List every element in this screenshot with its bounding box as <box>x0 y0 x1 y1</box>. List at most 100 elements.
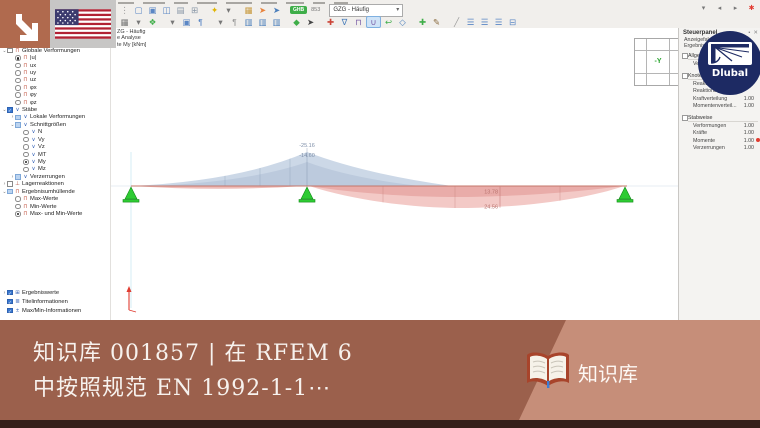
tree-item-ergebniswerte[interactable]: › ✓ ⊞ Ergebniswerte <box>0 289 112 296</box>
radio-unselected[interactable] <box>15 203 21 210</box>
checkbox-partial[interactable] <box>15 122 21 128</box>
tree-item-uy[interactable]: ⊓ uy <box>0 69 120 76</box>
select-cursor-icon[interactable]: ➤ <box>304 17 317 28</box>
column-b-icon[interactable]: ▥ <box>256 17 269 28</box>
checkbox-checked[interactable]: ✓ <box>7 289 13 296</box>
tree-item-titelinformationen[interactable]: ✓ ≣ Titelinformationen <box>0 298 112 305</box>
calculate-menu-icon[interactable]: ▾ <box>222 5 235 16</box>
tree-item-globale-verformungen[interactable]: ⌄ ⊓ Globale Verformungen <box>0 47 112 54</box>
tree-item-mz[interactable]: ∨ Mz <box>0 166 128 173</box>
snap-icon[interactable]: ◆ <box>290 17 303 28</box>
tree-item-vy[interactable]: ∨ Vy <box>0 136 128 143</box>
checkbox-checked[interactable]: ✓ <box>7 298 13 305</box>
checkbox-partial[interactable] <box>15 114 21 121</box>
tree-item-max-min-informationen[interactable]: ✓ ± Max/Min-Informationen <box>0 307 112 314</box>
tree-item-uz[interactable]: ⊓ uz <box>0 77 120 84</box>
radio-unselected[interactable] <box>15 77 21 84</box>
print-graphic-icon[interactable]: ▤ <box>174 5 187 16</box>
checkbox-checked[interactable]: ✓ <box>7 107 13 113</box>
panel-section-header[interactable]: Stabweise <box>688 115 758 122</box>
visibility-icon[interactable]: ◇ <box>396 17 409 28</box>
language-flag-tile[interactable] <box>50 0 116 48</box>
add-object-icon[interactable]: ✚ <box>416 17 429 28</box>
new-model-icon[interactable]: ▢ <box>132 5 145 16</box>
tree-item-vz[interactable]: ∨ Vz <box>0 143 128 150</box>
save-model-icon[interactable]: ◫ <box>160 5 173 16</box>
radio-unselected[interactable] <box>15 99 21 106</box>
edit-icon[interactable]: ✎ <box>430 17 443 28</box>
tree-item-n[interactable]: ∨ N <box>0 129 128 136</box>
tree-item--y[interactable]: ⊓ φy <box>0 92 120 99</box>
panel-toggle-icon[interactable]: ⊟ <box>506 17 519 28</box>
close-icon[interactable]: ✕ <box>753 30 758 36</box>
load-cases-icon[interactable]: ▦ <box>242 5 255 16</box>
radio-unselected[interactable] <box>23 144 29 150</box>
screenshot-icon[interactable]: ⊞ <box>188 5 201 16</box>
tree-item-ergebnisumh-llende[interactable]: ⌄ ⊓ Ergebnisumhüllende <box>0 188 112 195</box>
grip-icon[interactable]: ⋮ <box>118 5 131 16</box>
tree-item--z[interactable]: ⊓ φz <box>0 99 120 106</box>
tree-item-lagerreaktionen[interactable]: › ⊥ Lagerreaktionen <box>0 181 112 188</box>
tree-item--x[interactable]: ⊓ φx <box>0 84 120 91</box>
calculate-icon[interactable]: ✦ <box>208 5 221 16</box>
tree-item-max-und-min-werte[interactable]: ⊓ Max- und Min-Werte <box>0 210 120 217</box>
radio-selected[interactable] <box>23 159 29 165</box>
render-menu-icon[interactable]: ▾ <box>166 17 179 28</box>
checkbox-partial[interactable] <box>15 174 21 180</box>
run-all-icon[interactable]: ➤ <box>270 5 283 16</box>
radio-unselected[interactable] <box>15 70 21 76</box>
model-viewport[interactable]: -25.16 -14.60 13.78 24.56 <box>110 28 678 320</box>
axes-icon[interactable]: ✚ <box>324 17 337 28</box>
filter-icon[interactable]: ∇ <box>338 17 351 28</box>
tree-item-my[interactable]: ∨ My <box>0 158 128 165</box>
scroll-left-icon[interactable]: ◂ <box>713 3 726 14</box>
dlubal-star-icon[interactable]: ✱ <box>745 3 758 14</box>
result-case-select[interactable]: GZG - Häufig ▾ <box>329 3 404 17</box>
tree-item-lokale-verformungen[interactable]: › ∨ Lokale Verformungen <box>0 114 120 121</box>
checkbox-unchecked[interactable] <box>7 181 13 187</box>
radio-unselected[interactable] <box>23 166 29 173</box>
render-mode-icon[interactable]: ❖ <box>146 17 159 28</box>
tree-item-verzerrungen[interactable]: › ∨ Verzerrungen <box>0 173 120 180</box>
column-c-icon[interactable]: ▥ <box>270 17 283 28</box>
format-menu-icon[interactable]: ▾ <box>214 17 227 28</box>
open-model-icon[interactable]: ▣ <box>146 5 159 16</box>
corner-arrow-tile[interactable] <box>0 0 50 48</box>
radio-unselected[interactable] <box>15 62 21 69</box>
list-a-icon[interactable]: ☰ <box>464 17 477 28</box>
tree-item-schnittgr-en[interactable]: ⌄ ∨ Schnittgrößen <box>0 121 120 128</box>
pin-icon[interactable]: ▪ <box>748 30 750 36</box>
view-navigator-widget[interactable]: -Y <box>634 38 682 86</box>
undo-view-icon[interactable]: ↩ <box>382 17 395 28</box>
view-grid-icon[interactable]: ▦ <box>118 17 131 28</box>
radio-unselected[interactable] <box>23 151 29 158</box>
radio-unselected[interactable] <box>15 92 21 98</box>
radio-selected[interactable] <box>15 211 21 217</box>
radio-unselected[interactable] <box>23 136 29 143</box>
grid-menu-icon[interactable]: ▾ <box>132 17 145 28</box>
scroll-right-icon[interactable]: ▸ <box>729 3 742 14</box>
radio-unselected[interactable] <box>15 196 21 202</box>
tree-item-max-werte[interactable]: ⊓ Max-Werte <box>0 195 120 202</box>
list-c-icon[interactable]: ☰ <box>492 17 505 28</box>
column-a-icon[interactable]: ▥ <box>242 17 255 28</box>
moment-diagram-icon[interactable]: ∪ <box>366 16 381 28</box>
tree-item--u-[interactable]: ⊓ |u| <box>0 54 120 61</box>
list-b-icon[interactable]: ☰ <box>478 17 491 28</box>
checkbox-partial[interactable] <box>7 188 13 195</box>
checkbox-checked[interactable]: ✓ <box>7 307 13 314</box>
radio-unselected[interactable] <box>23 129 29 136</box>
scroll-down-icon[interactable]: ▾ <box>697 3 710 14</box>
radio-unselected[interactable] <box>15 85 21 91</box>
tree-item-min-werte[interactable]: ⊓ Min-Werte <box>0 203 120 210</box>
tree-item-st-be[interactable]: ⌄ ✓ ∨ Stäbe <box>0 106 112 113</box>
measure-icon[interactable]: ╱ <box>450 17 463 28</box>
format-icon[interactable]: ¶ <box>194 17 207 28</box>
radio-selected[interactable] <box>15 55 21 61</box>
run-analysis-icon[interactable]: ➤ <box>256 5 269 16</box>
checkbox-unchecked[interactable] <box>7 47 13 54</box>
tree-item-mt[interactable]: ∨ MT <box>0 151 128 158</box>
copy-view-icon[interactable]: ▣ <box>180 17 193 28</box>
clip-plane-icon[interactable]: ⊓ <box>352 17 365 28</box>
tree-item-ux[interactable]: ⊓ ux <box>0 62 120 69</box>
